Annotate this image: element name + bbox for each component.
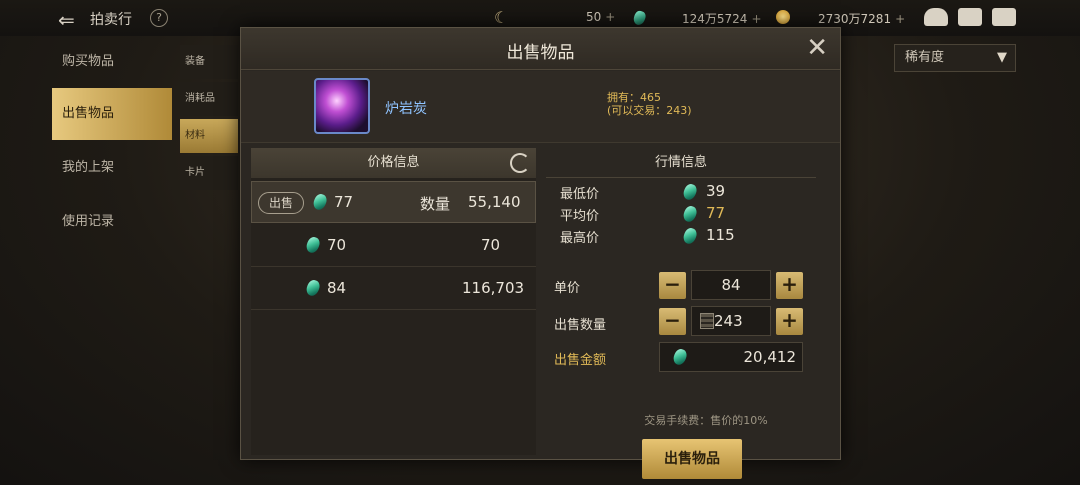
tab-cards[interactable]: 卡片 <box>180 156 238 190</box>
chevron-down-icon: ▼ <box>997 50 1007 65</box>
refresh-icon[interactable] <box>510 153 530 173</box>
quantity-label: 数量 <box>420 195 451 213</box>
gem-icon <box>304 278 322 298</box>
sidebar-item-sell[interactable]: 出售物品 <box>52 88 172 140</box>
gem-currency-icon <box>631 9 648 27</box>
transaction-fee-note: 交易手续费：售价的10% <box>644 414 768 427</box>
tab-consumables[interactable]: 消耗品 <box>180 82 238 116</box>
sell-quantity-input[interactable]: 243 <box>691 306 771 336</box>
price-value: 77 <box>334 193 354 211</box>
sell-total-label: 出售金额 <box>554 353 607 368</box>
tab-materials[interactable]: 材料 <box>180 119 238 153</box>
add-moon-button[interactable]: + <box>605 10 615 24</box>
dialog-title: 出售物品 <box>506 43 575 63</box>
sell-quantity-label: 出售数量 <box>554 318 607 333</box>
max-price-label: 最高价 <box>560 231 600 246</box>
avg-price-value: 77 <box>706 204 726 222</box>
quantity-increase-button[interactable]: + <box>776 308 803 335</box>
sell-item-button[interactable]: 出售物品 <box>642 439 742 479</box>
mail-icon[interactable] <box>958 8 982 26</box>
price-info-header: 价格信息 <box>251 148 536 178</box>
chat-icon[interactable] <box>992 8 1016 26</box>
sidebar-item-my-listings[interactable]: 我的上架 <box>52 142 172 194</box>
add-gold-button[interactable]: + <box>895 12 905 26</box>
quantity-value: 55,140 <box>468 193 521 211</box>
rarity-dropdown[interactable]: 稀有度 ▼ <box>894 44 1016 72</box>
page-title: 拍卖行 <box>90 12 132 28</box>
quantity-decrease-button[interactable]: − <box>659 308 686 335</box>
back-arrow-icon[interactable]: ⇐ <box>58 8 75 32</box>
gem-icon <box>681 226 699 246</box>
moon-currency-amount: 50 + <box>586 10 616 24</box>
sell-total-display: 20,412 <box>659 342 803 372</box>
item-summary: 炉岩炭 拥有：465 (可以交易：243) <box>241 71 840 143</box>
price-row[interactable]: 70 70 <box>251 225 536 267</box>
sell-item-dialog: 出售物品 ✕ 炉岩炭 拥有：465 (可以交易：243) 价格信息 出售 77 … <box>240 27 841 479</box>
price-row[interactable]: 84 116,703 <box>251 268 536 310</box>
gem-currency-amount: 124万5724 + <box>682 12 762 26</box>
shop-icon[interactable] <box>924 8 948 26</box>
unit-price-decrease-button[interactable]: − <box>659 272 686 299</box>
gem-icon <box>681 204 699 224</box>
market-info-header: 行情信息 <box>546 148 816 178</box>
item-icon <box>314 78 370 134</box>
close-icon[interactable]: ✕ <box>806 34 828 62</box>
avg-price-label: 平均价 <box>560 209 600 224</box>
quantity-value: 116,703 <box>462 279 525 297</box>
tab-equipment[interactable]: 装备 <box>180 45 238 79</box>
gem-icon <box>311 192 329 212</box>
item-name: 炉岩炭 <box>385 101 427 117</box>
price-value: 84 <box>327 279 347 297</box>
gem-icon <box>304 235 322 255</box>
help-icon[interactable]: ? <box>150 9 168 27</box>
market-info-panel: 行情信息 最低价 39 平均价 77 最高价 115 单价 − 84 + 出售数… <box>546 148 833 479</box>
unit-price-label: 单价 <box>554 281 581 296</box>
calculator-icon[interactable] <box>700 313 714 329</box>
gold-coin-icon <box>776 10 790 24</box>
sidebar-item-buy[interactable]: 购买物品 <box>52 36 172 88</box>
min-price-value: 39 <box>706 182 726 200</box>
unit-price-increase-button[interactable]: + <box>776 272 803 299</box>
unit-price-input[interactable]: 84 <box>691 270 771 300</box>
min-price-label: 最低价 <box>560 187 600 202</box>
price-value: 70 <box>327 236 347 254</box>
moon-currency-icon: ☾ <box>494 8 509 27</box>
gem-icon <box>671 347 689 367</box>
gold-currency-amount: 2730万7281 + <box>818 12 906 26</box>
sell-at-price-button[interactable]: 出售 <box>258 192 304 214</box>
dialog-header: 出售物品 ✕ <box>241 28 840 70</box>
sidebar-item-history[interactable]: 使用记录 <box>52 196 172 248</box>
max-price-value: 115 <box>706 226 735 244</box>
quantity-value: 70 <box>481 236 501 254</box>
add-gem-button[interactable]: + <box>751 12 761 26</box>
price-row[interactable]: 出售 77 数量 55,140 <box>251 181 536 223</box>
gem-icon <box>681 182 699 202</box>
price-info-panel: 价格信息 出售 77 数量 55,140 70 70 84 116,703 <box>251 148 536 455</box>
item-owned-info: 拥有：465 (可以交易：243) <box>607 91 692 117</box>
